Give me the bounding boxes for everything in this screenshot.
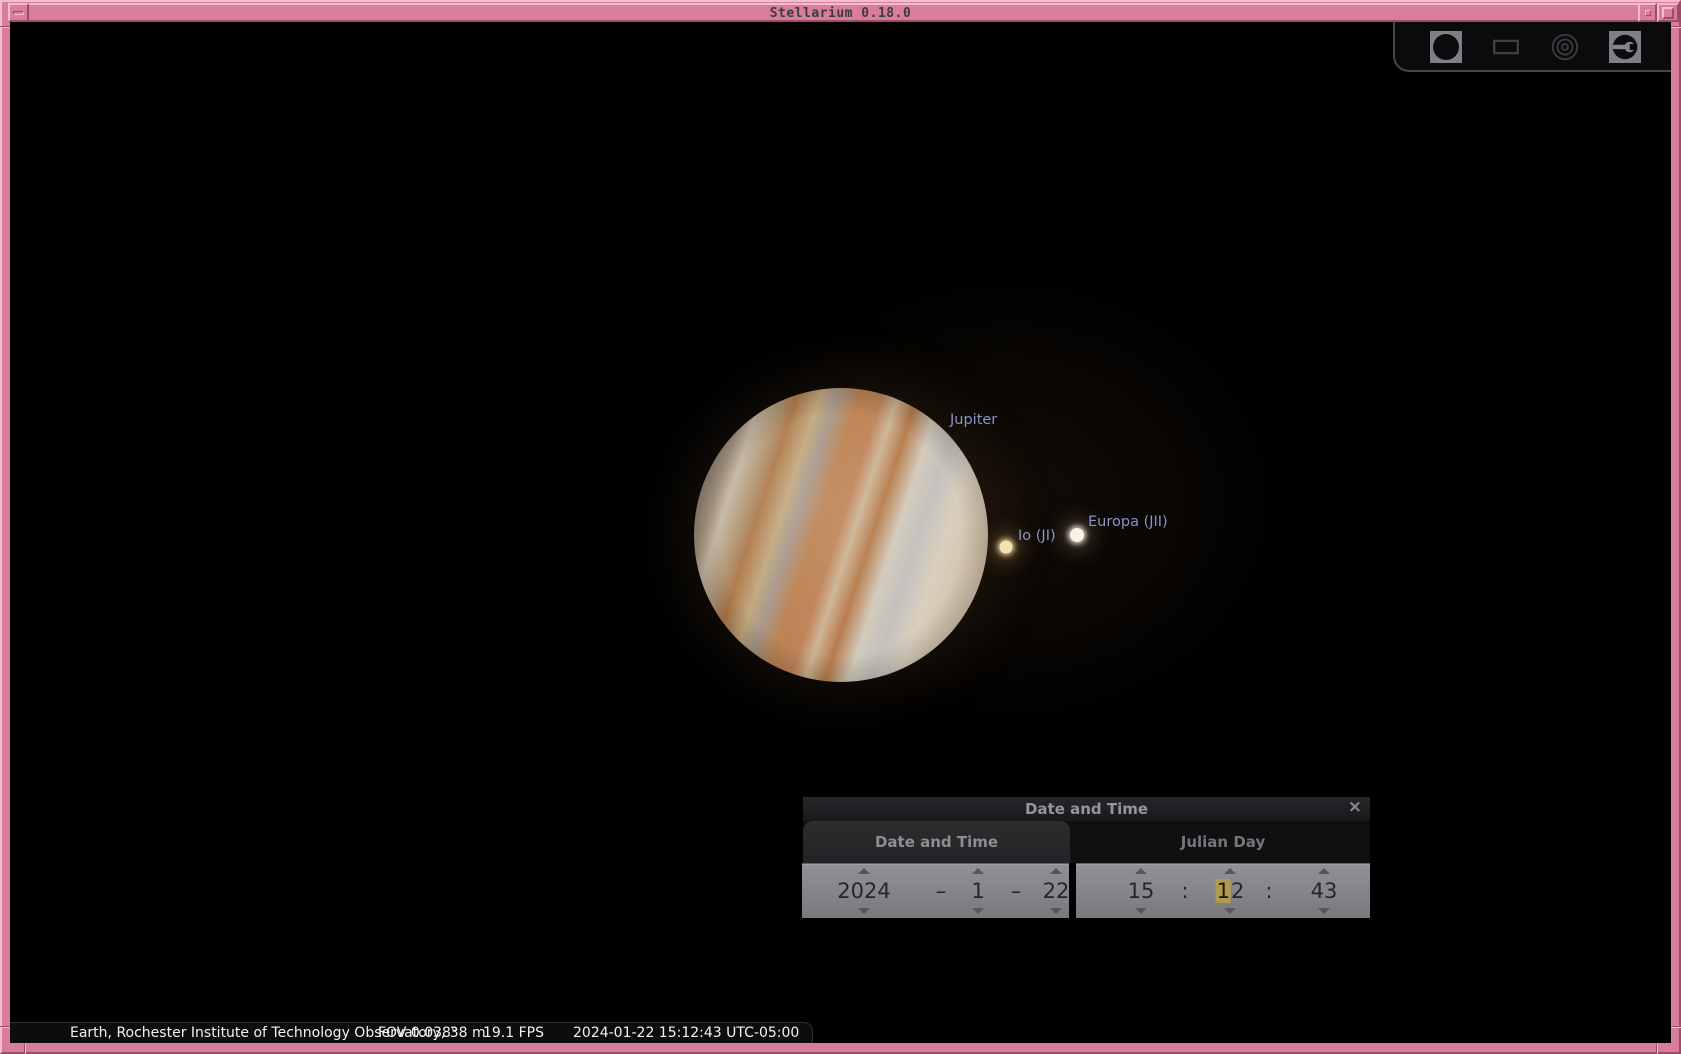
window-menu-button[interactable]	[8, 3, 29, 22]
oculars-toolbar	[1393, 22, 1671, 72]
oculars-settings-button[interactable]	[1609, 31, 1641, 63]
ocular-view-button[interactable]	[1430, 31, 1462, 63]
datetime-text: 2024-01-22 15:12:43 UTC-05:00	[573, 1025, 799, 1041]
month-field[interactable]: 1	[971, 879, 984, 903]
spin-up-arrow[interactable]	[972, 868, 984, 874]
frame-notch	[1656, 1043, 1658, 1054]
time-spin-panel: 15 : 12 : 43	[1076, 863, 1370, 918]
date-spin-panel: 2024 – 1 – 22	[802, 863, 1069, 918]
window-menu-icon	[13, 11, 24, 15]
status-bar: Earth, Rochester Institute of Technology…	[10, 1022, 813, 1043]
spin-down-arrow[interactable]	[972, 908, 984, 914]
spin-down-arrow[interactable]	[1224, 908, 1236, 914]
day-field[interactable]: 22	[1043, 879, 1070, 903]
spin-up-arrow[interactable]	[858, 868, 870, 874]
dialog-tab-row: Date and Time Julian Day	[803, 821, 1370, 863]
spin-up-arrow[interactable]	[1050, 868, 1062, 874]
date-separator: –	[936, 879, 947, 903]
moon-europa[interactable]	[1070, 528, 1084, 542]
telrad-icon	[1549, 30, 1581, 64]
tab-date-and-time[interactable]: Date and Time	[803, 821, 1070, 863]
minimize-button[interactable]	[1638, 3, 1657, 22]
fps-text: 19.1 FPS	[483, 1025, 544, 1041]
frame-notch	[0, 1026, 10, 1028]
date-separator: –	[1011, 879, 1022, 903]
frame-notch	[1671, 1026, 1681, 1028]
jupiter-label: Jupiter	[950, 412, 997, 428]
ocular-icon	[1433, 34, 1459, 60]
telrad-button[interactable]	[1549, 31, 1581, 63]
year-field[interactable]: 2024	[837, 879, 890, 903]
spin-down-arrow[interactable]	[1318, 908, 1330, 914]
hour-field[interactable]: 15	[1128, 879, 1155, 903]
minute-selected-digit: 1	[1216, 879, 1231, 903]
ccd-sensor-button[interactable]	[1490, 31, 1522, 63]
time-separator: :	[1265, 879, 1272, 903]
maximize-icon	[1662, 7, 1674, 19]
stellarium-window: Stellarium 0.18.0 Jupiter Io (JI) Europa…	[0, 0, 1681, 1054]
europa-label: Europa (JII)	[1088, 514, 1168, 530]
time-separator: :	[1181, 879, 1188, 903]
wrench-icon	[1609, 30, 1641, 64]
close-icon[interactable]: ×	[1348, 797, 1362, 817]
sky-view[interactable]: Jupiter Io (JI) Europa (JII)	[10, 22, 1671, 1043]
frame-notch	[0, 26, 10, 28]
window-title: Stellarium 0.18.0	[12, 6, 1669, 21]
spin-up-arrow[interactable]	[1318, 868, 1330, 874]
tab-julian-day[interactable]: Julian Day	[1076, 821, 1370, 863]
minimize-icon	[1645, 10, 1651, 16]
io-label: Io (JI)	[1018, 528, 1056, 544]
dialog-titlebar[interactable]: Date and Time ×	[803, 797, 1370, 821]
spin-up-arrow[interactable]	[1224, 868, 1236, 874]
spin-down-arrow[interactable]	[858, 908, 870, 914]
minute-field[interactable]: 12	[1216, 879, 1245, 903]
planet-jupiter[interactable]	[694, 388, 988, 682]
moon-io[interactable]	[1000, 541, 1013, 554]
spin-down-arrow[interactable]	[1050, 908, 1062, 914]
date-time-dialog: Date and Time × Date and Time Julian Day…	[803, 797, 1370, 918]
fov-text: FOV 0.038°	[378, 1025, 458, 1041]
second-field[interactable]: 43	[1311, 879, 1338, 903]
spin-down-arrow[interactable]	[1135, 908, 1147, 914]
minute-rest-digit: 2	[1231, 879, 1244, 903]
spin-up-arrow[interactable]	[1135, 868, 1147, 874]
maximize-button[interactable]	[1657, 3, 1679, 22]
ccd-frame-icon	[1490, 30, 1522, 64]
frame-notch	[1671, 26, 1681, 28]
dialog-title: Date and Time	[803, 800, 1370, 818]
window-titlebar[interactable]: Stellarium 0.18.0	[10, 3, 1671, 22]
frame-notch	[24, 1043, 26, 1054]
